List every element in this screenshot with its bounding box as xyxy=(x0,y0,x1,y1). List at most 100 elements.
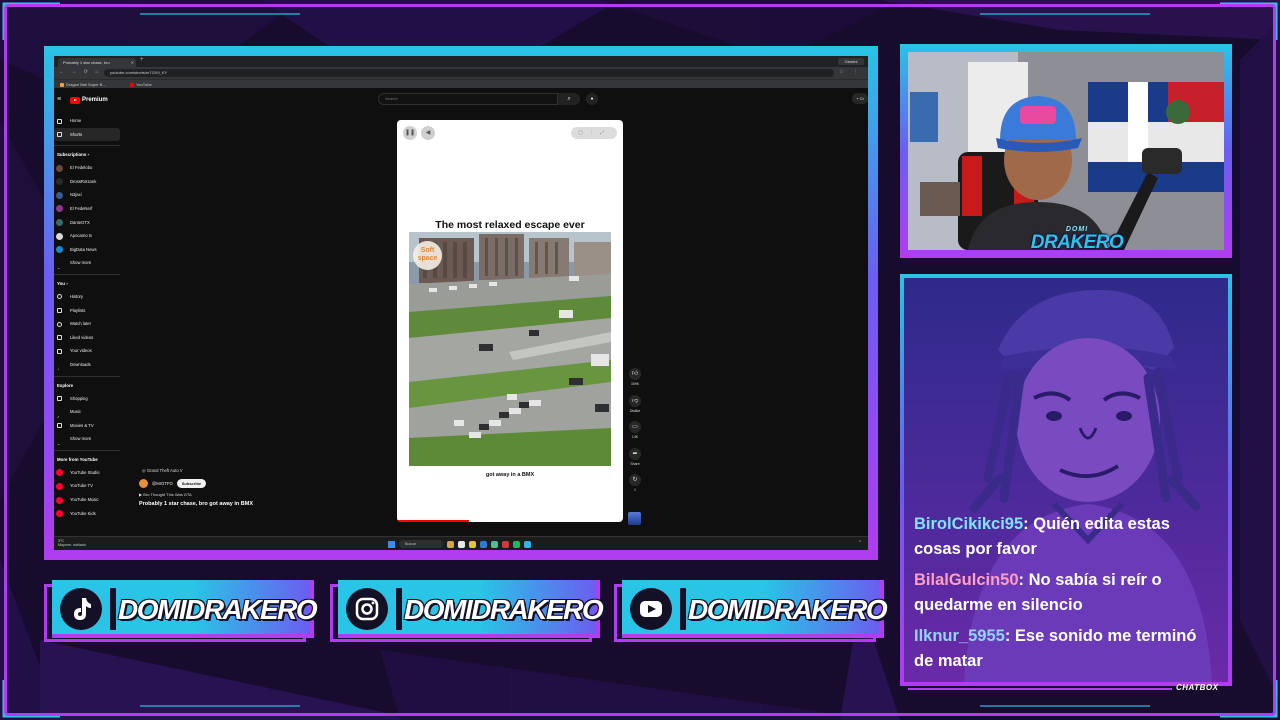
menu-icon[interactable]: ≡ xyxy=(57,96,61,103)
url-field[interactable]: youtube.com/shorts/m7GX9_KY xyxy=(104,69,834,77)
weather-widget[interactable]: 3°C Mayorm. nublado xyxy=(58,539,86,548)
sidebar-item-liked-videos[interactable]: Liked videos xyxy=(54,331,124,345)
windows-start-icon[interactable] xyxy=(388,540,395,548)
download-icon: ↓ xyxy=(57,366,60,372)
sidebar-heading-subscriptions[interactable]: Subscriptions › xyxy=(54,148,124,161)
social-youtube: DOMIDRAKERO xyxy=(622,580,888,638)
video-progress-bar[interactable] xyxy=(397,520,469,522)
chat-message: BirolCikikci95: Quién edita estas cosas … xyxy=(914,515,1170,558)
sidebar-item-your-videos[interactable]: Your videos xyxy=(54,344,124,358)
bookmark-item[interactable]: Dragon Ball Super B... xyxy=(60,81,106,88)
sidebar-show-more[interactable]: ⌄ Show more xyxy=(54,432,124,446)
edge-icon[interactable] xyxy=(491,540,498,548)
share-icon[interactable]: ➦ xyxy=(629,447,641,460)
sidebar-subscription[interactable]: El Fedelobo xyxy=(54,161,124,175)
sidebar-item-home[interactable]: Home xyxy=(54,114,124,128)
sidebar-item-shopping[interactable]: Shopping xyxy=(54,392,124,406)
youtube-play-icon xyxy=(70,96,80,104)
tiktok-glyph xyxy=(74,598,91,620)
chrome-icon[interactable] xyxy=(502,540,509,548)
folder-icon[interactable] xyxy=(469,540,476,548)
new-tab-icon[interactable]: + xyxy=(140,57,144,63)
taskbar-apps: Buscar xyxy=(388,539,531,549)
sidebar-item-downloads[interactable]: ↓ Downloads xyxy=(54,358,124,372)
share-action[interactable]: ➦ Share xyxy=(627,447,643,475)
spotify-icon[interactable] xyxy=(513,540,520,548)
remix-icon[interactable]: ↻ xyxy=(629,474,641,486)
taskbar-search[interactable]: Buscar xyxy=(399,540,443,548)
chevron-down-icon: ⌄ xyxy=(57,264,61,270)
sidebar-item-watch-later[interactable]: Watch later xyxy=(54,317,124,331)
comment-action[interactable]: ▭ 14K xyxy=(627,421,643,448)
shorts-video-player[interactable]: ❚❚ ◀ ▢⋮⤢ The most relaxed escape ever So… xyxy=(397,120,623,522)
sidebar-subscription[interactable]: N3jaxi xyxy=(54,188,124,202)
chatbox: BirolCikikci95: Quién edita estas cosas … xyxy=(904,278,1228,682)
sidebar-subscription[interactable]: DanteGTX xyxy=(54,216,124,230)
sidebar-subscription[interactable]: DrossRotzank xyxy=(54,175,124,189)
avatar xyxy=(56,246,63,254)
search-input[interactable]: Search xyxy=(378,93,558,105)
youtube-logo[interactable]: Premium xyxy=(70,96,108,104)
sidebar-heading-you[interactable]: You › xyxy=(54,277,124,290)
volume-icon[interactable]: ◀ xyxy=(421,126,435,140)
search-icon[interactable]: ⌕ xyxy=(558,93,580,105)
music-info[interactable]: ▶ Bro Thought This Was GTA xyxy=(139,492,389,497)
sidebar-item-kids[interactable]: YouTube Kids xyxy=(54,507,124,521)
browser-tab[interactable]: Probably 1 star chase, bro ✕ xyxy=(58,58,136,67)
browser-tab-bar: Probably 1 star chase, bro ✕ + Gemini xyxy=(54,56,868,67)
sidebar-item-music-app[interactable]: YouTube Music xyxy=(54,493,124,507)
sidebar-item-history[interactable]: History xyxy=(54,290,124,304)
sidebar-item-shorts[interactable]: Shorts xyxy=(54,127,120,142)
dislike-icon[interactable]: 👎︎ xyxy=(629,394,641,407)
create-button[interactable]: + Cr xyxy=(852,93,868,104)
comment-icon[interactable]: ▭ xyxy=(629,421,641,433)
navigation-icons[interactable]: ← → ⟳ ⌂ xyxy=(59,69,101,75)
chatbox-label: CHATBOX xyxy=(1176,683,1219,692)
window-extension-button[interactable]: Gemini xyxy=(838,58,864,65)
app-icon[interactable] xyxy=(458,540,465,548)
social-handle: DOMIDRAKERO xyxy=(688,594,888,625)
close-icon[interactable]: ✕ xyxy=(131,58,134,67)
music-note-icon: ♪ xyxy=(57,413,60,419)
avatar[interactable] xyxy=(139,479,148,488)
app-icon[interactable] xyxy=(524,540,531,548)
sidebar-show-more[interactable]: ⌄ Show more xyxy=(54,256,124,270)
youtube-header: ≡ Premium Search ⌕ ● + Cr xyxy=(54,88,868,112)
channel-name[interactable]: @MrGTFO xyxy=(152,481,173,486)
remix-action[interactable]: ↻ 1 xyxy=(627,474,643,501)
game-tag[interactable]: ◎ Grand Theft Auto V xyxy=(139,468,389,473)
instagram-glyph xyxy=(355,597,379,621)
sidebar-subscription[interactable]: BigData News xyxy=(54,243,124,257)
like-icon[interactable]: 👍︎ xyxy=(629,368,641,380)
sidebar-item-studio[interactable]: YouTube Studio xyxy=(54,466,124,480)
chevron-up-icon[interactable]: ⌃ xyxy=(858,540,862,546)
sidebar-item-tv[interactable]: YouTube TV xyxy=(54,479,124,493)
sidebar-item-playlists[interactable]: Playlists xyxy=(54,304,124,318)
app-icon[interactable] xyxy=(447,540,454,548)
microphone-icon[interactable]: ● xyxy=(586,93,598,105)
app-icon[interactable] xyxy=(480,540,487,548)
instagram-icon xyxy=(346,588,388,630)
dislike-action[interactable]: 👎︎ Dislike xyxy=(627,394,643,422)
webcam-feed xyxy=(908,52,1224,250)
divider xyxy=(54,375,120,377)
chat-message: BilalGulcin50: No sabía si reír o quedar… xyxy=(914,571,1162,614)
player-options-icons[interactable]: ▢⋮⤢ xyxy=(571,127,617,139)
divider xyxy=(54,273,120,275)
sidebar-subscription[interactable]: Apocamo tv xyxy=(54,229,124,243)
sidebar-item-movies[interactable]: Movies & TV xyxy=(54,419,124,433)
divider xyxy=(54,449,120,451)
shorts-icon xyxy=(57,132,62,138)
browser-actions-icons[interactable]: ☆ ⋮ xyxy=(839,69,862,75)
sidebar-subscription[interactable]: El FedeNerf xyxy=(54,202,124,216)
subscribe-button[interactable]: Subscribe xyxy=(176,479,207,488)
parking-lot-scene xyxy=(409,232,611,466)
short-metadata: ◎ Grand Theft Auto V @MrGTFO Subscribe ▶… xyxy=(139,468,389,507)
sound-thumbnail[interactable] xyxy=(628,512,641,525)
pause-icon[interactable]: ❚❚ xyxy=(403,126,417,140)
short-title: Probably 1 star chase, bro got away in B… xyxy=(139,501,254,507)
bookmark-item[interactable]: YouTube xyxy=(130,81,152,88)
like-action[interactable]: 👍︎ 309K xyxy=(627,368,643,395)
sidebar-item-music[interactable]: ♪ Music xyxy=(54,405,124,419)
chatbox-underline xyxy=(908,688,1172,690)
